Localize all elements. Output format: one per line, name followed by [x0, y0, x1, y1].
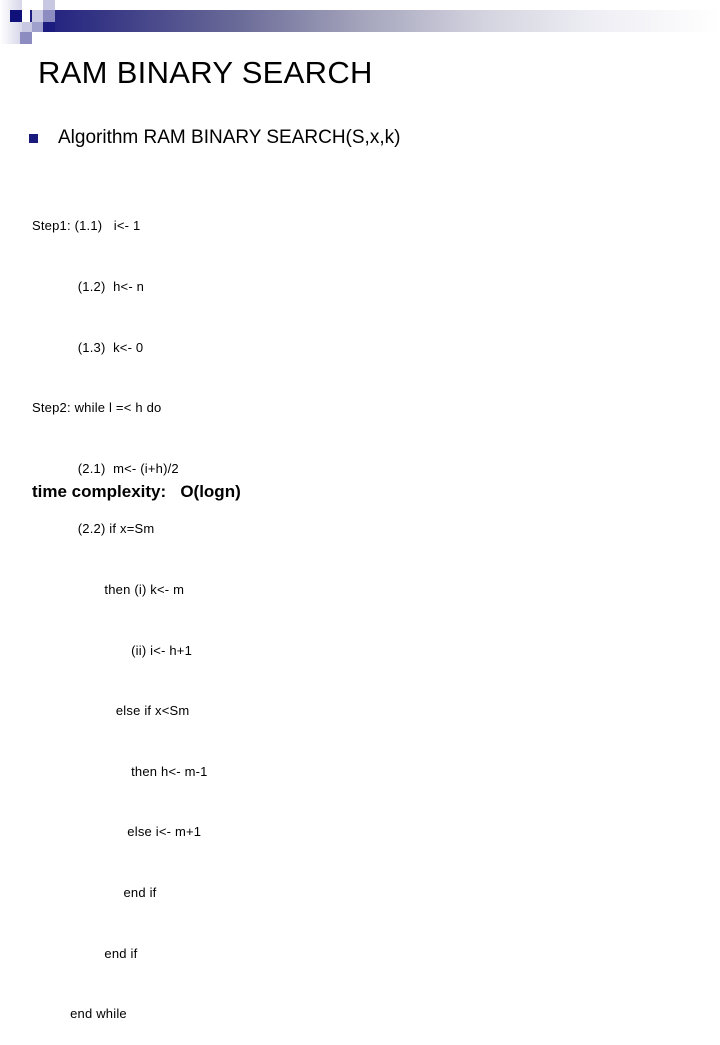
square-light-3: [22, 22, 32, 32]
code-line: (1.2) h<- n: [32, 279, 145, 294]
square-bullet-icon: [29, 133, 38, 143]
square-mid-2: [32, 22, 43, 32]
square-mid-1: [43, 10, 55, 22]
code-line: (1.3) k<- 0: [32, 339, 144, 355]
slide-title: RAM BINARY SEARCH: [38, 55, 373, 90]
code-line: then (i) k<- m: [32, 581, 185, 597]
code-line: end if: [32, 945, 138, 961]
header-gradient-bar: [30, 10, 720, 32]
square-light-2: [43, 0, 55, 10]
bullet-item: Algorithm RAM BINARY SEARCH(S,x,k): [29, 124, 400, 152]
code-line: then h<- m-1: [32, 763, 208, 779]
code-line: Step1: (1.1) i<- 1: [32, 218, 141, 234]
code-line: end if: [32, 884, 157, 900]
bullet-text: Algorithm RAM BINARY SEARCH(S,x,k): [58, 127, 401, 148]
code-line: end while: [32, 1006, 127, 1022]
code-line: (2.2) if x=Sm: [32, 521, 155, 537]
pseudocode-block: Step1: (1.1) i<- 1 (1.2) h<- n (1.3) k<-…: [32, 176, 208, 1045]
square-dark-2: [43, 22, 55, 32]
square-light-left: [0, 0, 22, 44]
code-line: else i<- m+1: [32, 824, 202, 840]
code-line: Step2: while l =< h do: [32, 400, 162, 416]
square-light-1: [32, 10, 43, 22]
code-line: else if x<Sm: [32, 703, 190, 719]
time-complexity: time complexity: O(logn): [32, 482, 241, 501]
square-mid-3: [20, 32, 32, 44]
square-dark: [10, 10, 22, 22]
code-line: (ii) i<- h+1: [32, 642, 193, 658]
code-line: (2.1) m<- (i+h)/2: [32, 460, 179, 476]
